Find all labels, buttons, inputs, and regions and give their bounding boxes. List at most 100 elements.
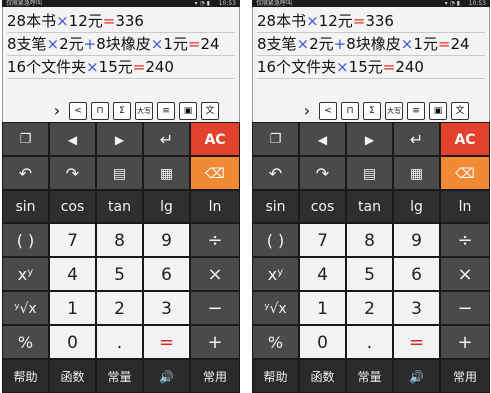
history-search-icon[interactable]: ≡ (407, 102, 425, 120)
digit-7-key[interactable]: 7 (49, 223, 96, 257)
functions-key[interactable]: 函数 (49, 359, 96, 393)
digit-4-key[interactable]: 4 (299, 257, 346, 291)
record-icon[interactable]: ⊓ (91, 102, 109, 120)
parentheses-key[interactable]: ( ) (2, 223, 49, 257)
share-icon[interactable]: < (319, 102, 337, 120)
power-key[interactable]: xʸ (2, 257, 49, 291)
copy-key[interactable]: ▤ (96, 156, 143, 190)
cursor-left-key[interactable]: ◀ (49, 122, 96, 156)
lg-key[interactable]: lg (143, 190, 190, 223)
save-icon[interactable]: ▣ (179, 102, 197, 120)
percent-key[interactable]: % (2, 325, 49, 359)
cos-key[interactable]: cos (299, 190, 346, 223)
redo-key[interactable]: ↷ (49, 156, 96, 190)
backspace-key[interactable]: ⌫ (190, 156, 240, 190)
help-key[interactable]: 帮助 (2, 359, 49, 393)
digit-4-key[interactable]: 4 (49, 257, 96, 291)
expression-display[interactable]: 28本书×12元=336 8支笔×2元+8块橡皮×1元=24 16个文件夹×15元=… (2, 7, 240, 100)
common-key[interactable]: 常用 (190, 359, 240, 393)
cursor-right-key[interactable]: ▶ (346, 122, 393, 156)
cursor-left-key[interactable]: ◀ (299, 122, 346, 156)
expression-text: 2元 (59, 35, 84, 53)
digit-6-key[interactable]: 6 (143, 257, 190, 291)
common-key[interactable]: 常用 (440, 359, 490, 393)
copy-key[interactable]: ▤ (346, 156, 393, 190)
uppercase-icon[interactable]: 大写 (135, 102, 153, 120)
digit-3-key[interactable]: 3 (143, 291, 190, 325)
enter-key[interactable]: ↵ (393, 122, 440, 156)
enter-key[interactable]: ↵ (143, 122, 190, 156)
undo-key[interactable]: ↶ (252, 156, 299, 190)
lg-key[interactable]: lg (393, 190, 440, 223)
tan-key[interactable]: tan (346, 190, 393, 223)
minus-key[interactable]: − (190, 291, 240, 325)
ln-key[interactable]: ln (440, 190, 490, 223)
expand-icon[interactable]: › (48, 102, 66, 120)
divide-key[interactable]: ÷ (440, 223, 490, 257)
multiply-key[interactable]: × (190, 257, 240, 291)
sum-icon[interactable]: Σ (363, 102, 381, 120)
record-icon[interactable]: ⊓ (341, 102, 359, 120)
digit-1-key[interactable]: 1 (299, 291, 346, 325)
power-key[interactable]: xʸ (252, 257, 299, 291)
backspace-key[interactable]: ⌫ (440, 156, 490, 190)
plus-key[interactable]: + (440, 325, 490, 359)
text-icon[interactable]: 文 (201, 102, 219, 120)
digit-5-key[interactable]: 5 (346, 257, 393, 291)
percent-key[interactable]: % (252, 325, 299, 359)
root-key[interactable]: ʸ√x (252, 291, 299, 325)
tan-key[interactable]: tan (96, 190, 143, 223)
functions-key[interactable]: 函数 (299, 359, 346, 393)
plus-key[interactable]: + (190, 325, 240, 359)
constants-key[interactable]: 常量 (96, 359, 143, 393)
decimal-key[interactable]: . (346, 325, 393, 359)
digit-0-key[interactable]: 0 (299, 325, 346, 359)
digit-9-key[interactable]: 9 (143, 223, 190, 257)
expand-icon[interactable]: › (298, 102, 316, 120)
all-clear-key[interactable]: AC (190, 122, 240, 156)
digit-1-key[interactable]: 1 (49, 291, 96, 325)
digit-0-key[interactable]: 0 (49, 325, 96, 359)
sin-key[interactable]: sin (2, 190, 49, 223)
sound-key[interactable]: 🔊 (393, 359, 440, 393)
multiply-key[interactable]: × (440, 257, 490, 291)
parentheses-key[interactable]: ( ) (252, 223, 299, 257)
uppercase-icon[interactable]: 大写 (385, 102, 403, 120)
display-toolbar: › < ⊓ Σ 大写 ≡ ▣ 文 (252, 100, 490, 122)
cursor-right-key[interactable]: ▶ (96, 122, 143, 156)
expression-display[interactable]: 28本书×12元=336 8支笔×2元+8块橡皮×1元=24 16个文件夹×15元=… (252, 7, 490, 100)
digit-5-key[interactable]: 5 (96, 257, 143, 291)
digit-8-key[interactable]: 8 (96, 223, 143, 257)
undo-key[interactable]: ↶ (2, 156, 49, 190)
copy-window-key[interactable]: ❐ (252, 122, 299, 156)
digit-6-key[interactable]: 6 (393, 257, 440, 291)
text-icon[interactable]: 文 (451, 102, 469, 120)
sound-key[interactable]: 🔊 (143, 359, 190, 393)
share-icon[interactable]: < (69, 102, 87, 120)
save-icon[interactable]: ▣ (429, 102, 447, 120)
digit-9-key[interactable]: 9 (393, 223, 440, 257)
all-clear-key[interactable]: AC (440, 122, 490, 156)
help-key[interactable]: 帮助 (252, 359, 299, 393)
digit-2-key[interactable]: 2 (96, 291, 143, 325)
paste-key[interactable]: ▦ (143, 156, 190, 190)
root-key[interactable]: ʸ√x (2, 291, 49, 325)
ln-key[interactable]: ln (190, 190, 240, 223)
redo-key[interactable]: ↷ (299, 156, 346, 190)
decimal-key[interactable]: . (96, 325, 143, 359)
copy-window-key[interactable]: ❐ (2, 122, 49, 156)
history-search-icon[interactable]: ≡ (157, 102, 175, 120)
digit-8-key[interactable]: 8 (346, 223, 393, 257)
equals-key[interactable]: = (143, 325, 190, 359)
digit-7-key[interactable]: 7 (299, 223, 346, 257)
sum-icon[interactable]: Σ (113, 102, 131, 120)
digit-2-key[interactable]: 2 (346, 291, 393, 325)
constants-key[interactable]: 常量 (346, 359, 393, 393)
equals-key[interactable]: = (393, 325, 440, 359)
minus-key[interactable]: − (440, 291, 490, 325)
paste-key[interactable]: ▦ (393, 156, 440, 190)
digit-3-key[interactable]: 3 (393, 291, 440, 325)
sin-key[interactable]: sin (252, 190, 299, 223)
divide-key[interactable]: ÷ (190, 223, 240, 257)
cos-key[interactable]: cos (49, 190, 96, 223)
